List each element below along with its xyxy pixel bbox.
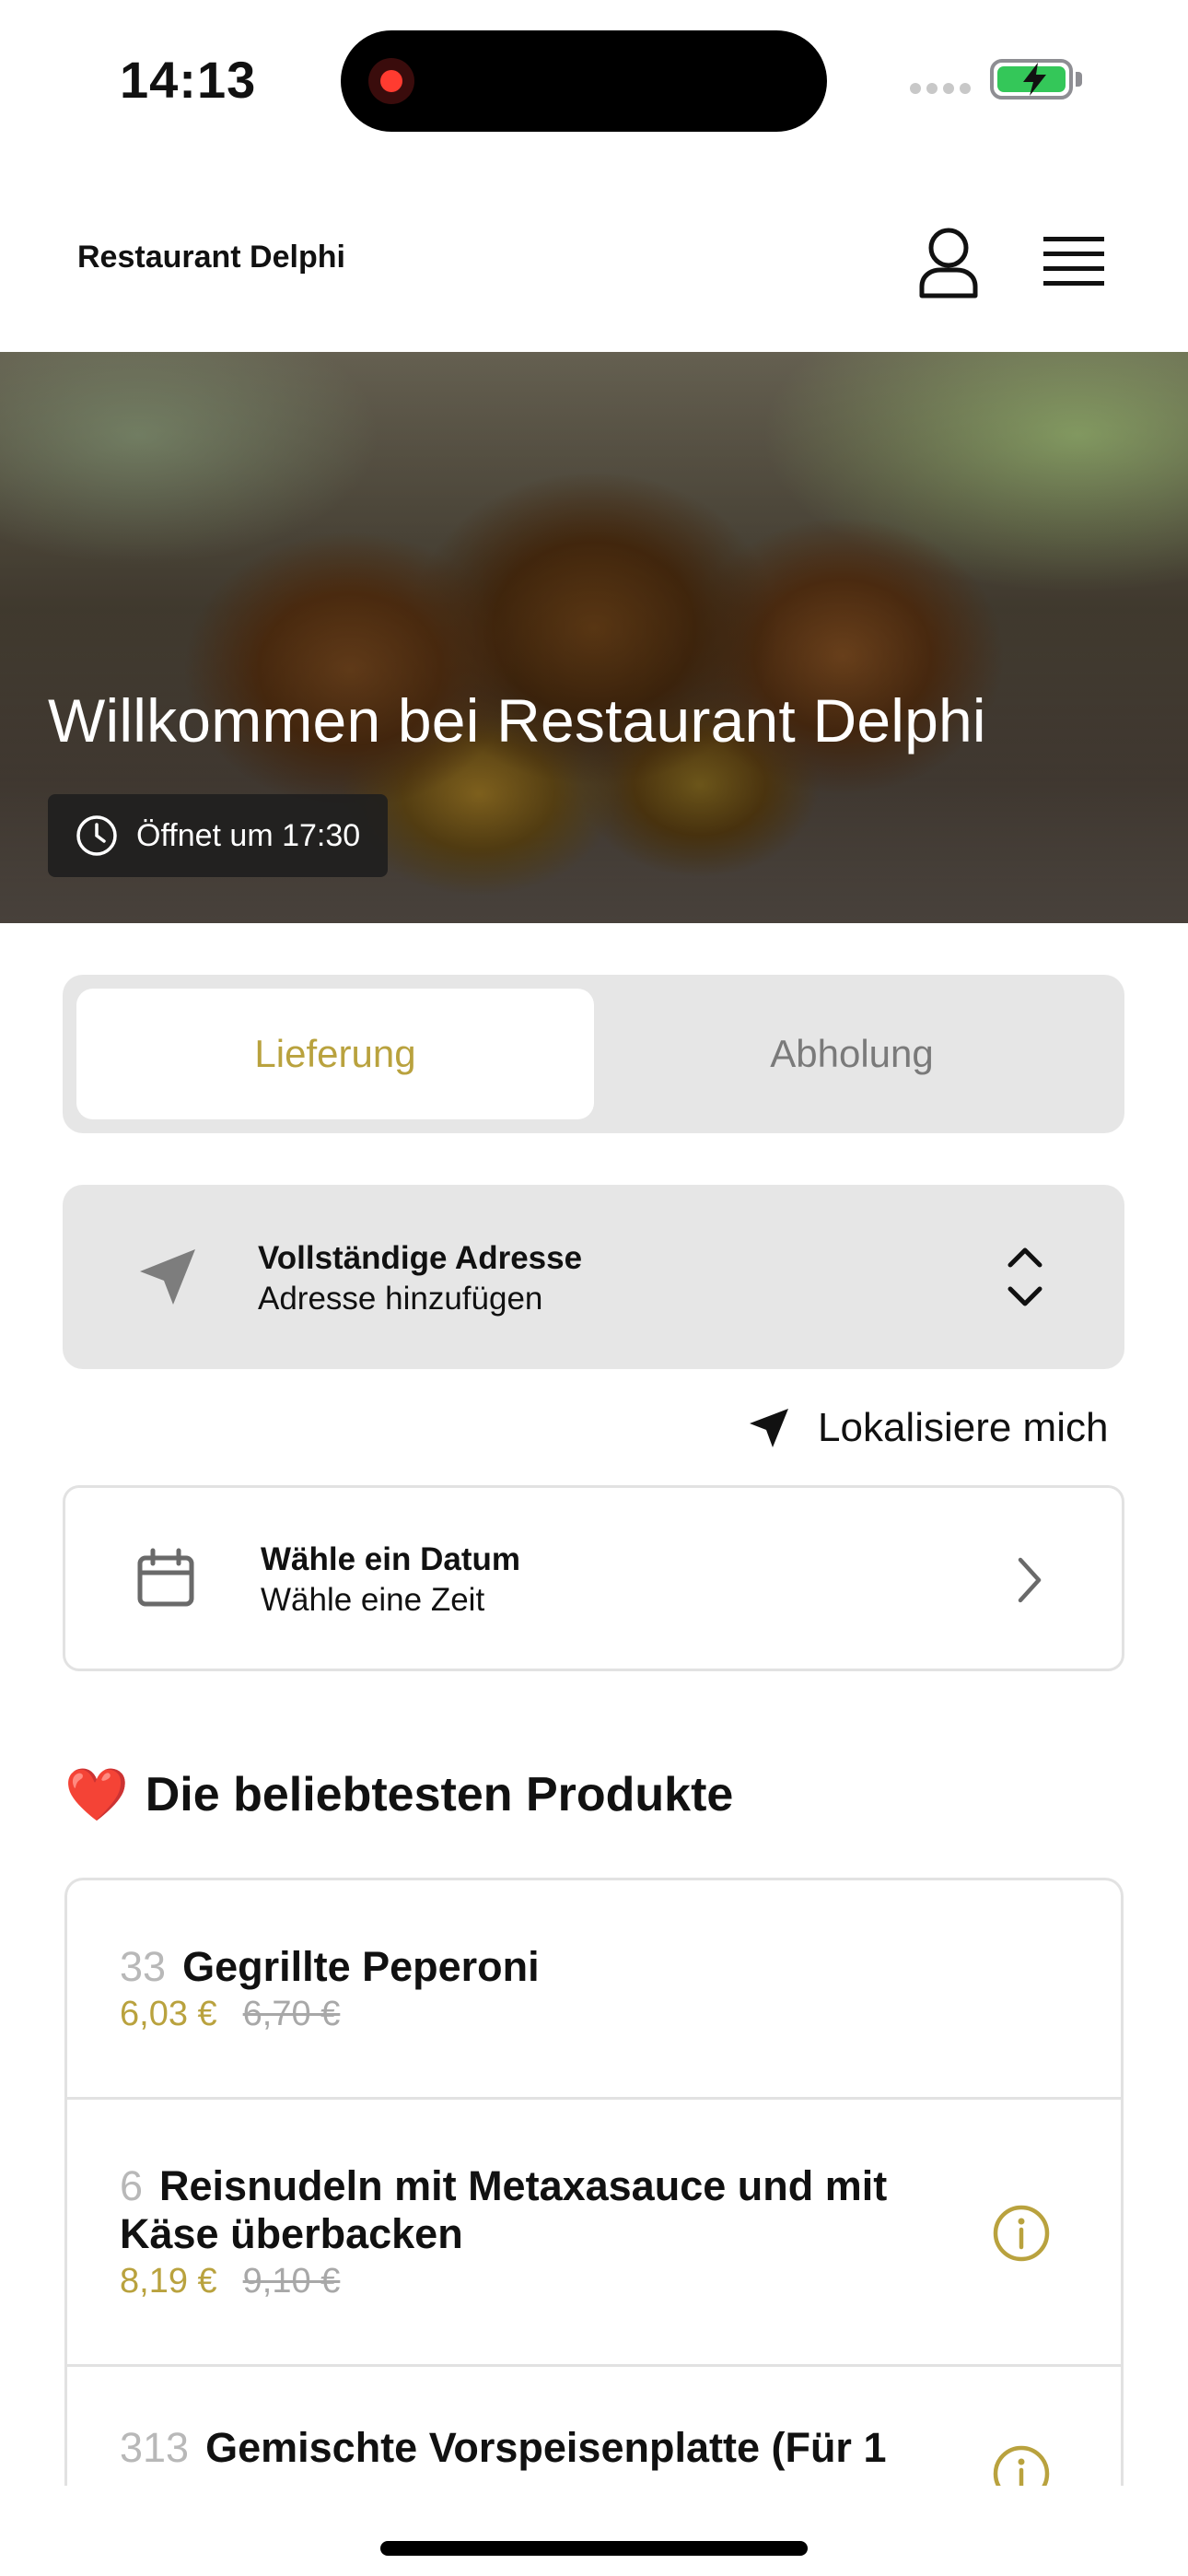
product-name-line: 313 Gemischte Vorspeisenplatte (Für 1 xyxy=(120,2424,1004,2472)
product-old-price: 6,70 € xyxy=(242,1995,341,2033)
battery-cap xyxy=(1076,72,1082,87)
hamburger-menu-icon[interactable] xyxy=(1043,233,1104,288)
user-account-icon[interactable] xyxy=(916,226,981,299)
address-subtitle: Adresse hinzufügen xyxy=(258,1281,543,1317)
dynamic-island xyxy=(341,30,827,132)
locate-me-button[interactable]: Lokalisiere mich xyxy=(748,1400,1108,1456)
recording-indicator-icon xyxy=(368,58,414,104)
chevron-up-down-icon xyxy=(1007,1247,1042,1306)
hero-banner: Willkommen bei Restaurant Delphi Öffnet … xyxy=(0,352,1188,923)
opening-hours-badge: Öffnet um 17:30 xyxy=(48,794,389,877)
signal-icon xyxy=(910,83,971,94)
info-icon[interactable] xyxy=(992,2444,1051,2486)
tab-lieferung[interactable]: Lieferung xyxy=(76,989,594,1119)
opening-time-text: Öffnet um 17:30 xyxy=(136,817,361,853)
time-subtitle: Wähle eine Zeit xyxy=(261,1582,485,1618)
location-arrow-icon xyxy=(140,1249,195,1305)
tab-abholung[interactable]: Abholung xyxy=(593,989,1111,1119)
product-item[interactable]: 313 Gemischte Vorspeisenplatte (Für 1 xyxy=(67,2367,1121,2486)
calendar-icon xyxy=(137,1548,194,1607)
battery-icon xyxy=(990,59,1073,100)
product-old-price: 9,10 € xyxy=(242,2262,341,2301)
heart-emoji: ❤️ xyxy=(64,1765,129,1823)
product-name: Reisnudeln mit Metaxasauce und mit Käse … xyxy=(120,2162,888,2257)
popular-products-title: Die beliebtesten Produkte xyxy=(145,1768,734,1821)
restaurant-name: Restaurant Delphi xyxy=(77,240,345,275)
product-item[interactable]: 6 Reisnudeln mit Metaxasauce und mit Käse… xyxy=(67,2100,1121,2367)
product-list: 33 Gegrillte Peperoni 6,03 € 6,70 € 6 Reisn… xyxy=(64,1878,1124,2486)
product-name: Gegrillte Peperoni xyxy=(182,1943,540,1990)
product-name: Gemischte Vorspeisenplatte (Für 1 xyxy=(205,2424,887,2471)
chevron-right-icon xyxy=(1018,1557,1042,1603)
order-mode-toggle: Lieferung Abholung xyxy=(63,975,1124,1133)
clock-icon xyxy=(76,815,117,856)
status-time: 14:13 xyxy=(120,51,257,109)
home-indicator[interactable] xyxy=(380,2541,808,2556)
product-name-line: 33 Gegrillte Peperoni xyxy=(120,1943,949,1991)
status-bar: 14:13 xyxy=(0,0,1188,157)
product-item[interactable]: 33 Gegrillte Peperoni 6,03 € 6,70 € xyxy=(67,1880,1121,2100)
address-selector[interactable]: Vollständige Adresse Adresse hinzufügen xyxy=(63,1185,1124,1369)
welcome-title: Willkommen bei Restaurant Delphi xyxy=(48,686,986,755)
locate-me-label: Lokalisiere mich xyxy=(818,1405,1109,1450)
product-number: 33 xyxy=(120,1943,167,1990)
product-name-line: 6 Reisnudeln mit Metaxasauce und mit Käse… xyxy=(120,2162,949,2258)
date-title: Wähle ein Datum xyxy=(261,1541,520,1577)
info-icon[interactable] xyxy=(992,2204,1051,2263)
address-title: Vollständige Adresse xyxy=(258,1240,583,1276)
product-prices: 6,03 € 6,70 € xyxy=(120,1995,340,2034)
product-price: 6,03 € xyxy=(120,1995,217,2033)
app-header: Restaurant Delphi xyxy=(0,170,1188,350)
date-time-selector[interactable]: Wähle ein Datum Wähle eine Zeit xyxy=(63,1485,1124,1671)
popular-products-heading: ❤️ Die beliebtesten Produkte xyxy=(64,1767,733,1822)
product-number: 313 xyxy=(120,2424,190,2471)
product-price: 8,19 € xyxy=(120,2262,217,2301)
product-prices: 8,19 € 9,10 € xyxy=(120,2262,340,2301)
app-screen: 14:13 Restaurant Delphi Willkommen bei R… xyxy=(0,0,1188,2576)
product-number: 6 xyxy=(120,2162,144,2209)
navigation-arrow-icon xyxy=(750,1409,788,1447)
